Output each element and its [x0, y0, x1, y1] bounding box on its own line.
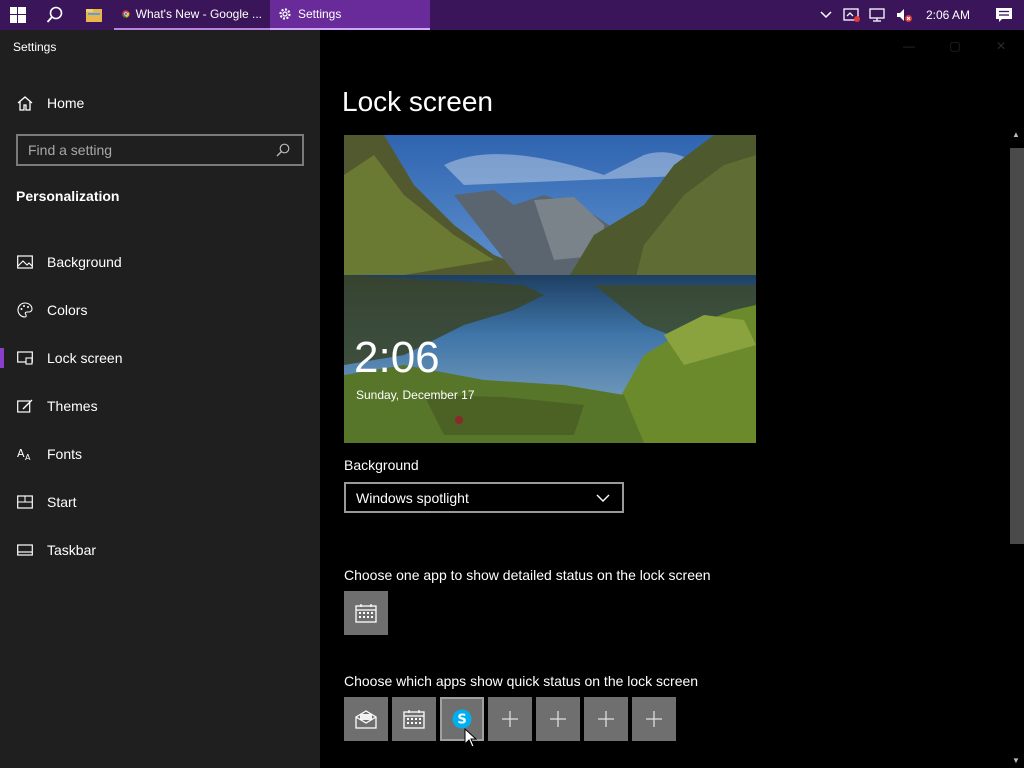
svg-text:S: S: [457, 713, 466, 728]
lock-screen-preview: 2:06 Sunday, December 17: [344, 135, 756, 443]
quick-status-add-button-4[interactable]: [632, 697, 676, 741]
vertical-scrollbar[interactable]: ▲ ▼: [1008, 126, 1024, 768]
chrome-tab-label: What's New - Google ...: [135, 7, 262, 21]
quick-status-add-button-2[interactable]: [536, 697, 580, 741]
home-icon: [16, 95, 36, 111]
app-title: Settings: [13, 40, 57, 54]
show-hidden-icons-button[interactable]: [816, 5, 836, 25]
maximize-button[interactable]: ▢: [932, 30, 978, 62]
volume-button[interactable]: [894, 5, 914, 25]
find-setting-input[interactable]: Find a setting: [16, 134, 304, 166]
tray-app-icon[interactable]: [842, 5, 862, 25]
action-center-button[interactable]: [990, 7, 1018, 23]
network-button[interactable]: [868, 5, 888, 25]
taskbar-icon: [16, 544, 34, 556]
fonts-icon: AA: [16, 447, 34, 461]
sidebar-item-label: Background: [47, 254, 122, 270]
quick-status-label: Choose which apps show quick status on t…: [344, 673, 699, 689]
taskbar-search-button[interactable]: [36, 0, 74, 30]
window-controls: — ▢ ✕: [886, 30, 1024, 62]
sidebar-item-label: Taskbar: [47, 542, 97, 558]
security-alert-icon: [843, 8, 860, 22]
quick-status-mail-button[interactable]: [344, 697, 388, 741]
chevron-down-icon: [596, 494, 616, 502]
start-button[interactable]: [0, 0, 36, 30]
folder-icon: [86, 9, 102, 22]
preview-date: Sunday, December 17: [356, 388, 475, 402]
svg-text:A: A: [25, 453, 31, 461]
search-icon: [276, 143, 296, 157]
volume-muted-icon: [896, 9, 912, 22]
notification-icon: [996, 8, 1012, 22]
sidebar-item-lock-screen[interactable]: Lock screen: [0, 334, 320, 382]
taskbar: What's New - Google ... Settings 2:06 AM: [0, 0, 1024, 30]
search-icon: [46, 6, 63, 23]
picture-icon: [16, 255, 34, 269]
preview-time: 2:06: [354, 333, 440, 382]
home-nav-item[interactable]: Home: [0, 88, 320, 118]
sidebar-item-taskbar[interactable]: Taskbar: [0, 526, 320, 574]
lock-screen-page: — ▢ ✕ Lock screen 2:06 Sunday, December …: [320, 30, 1024, 768]
plus-icon: [502, 711, 518, 727]
mouse-cursor-icon: [464, 728, 478, 748]
network-icon: [869, 8, 885, 22]
search-placeholder: Find a setting: [28, 142, 113, 158]
plus-icon: [598, 711, 614, 727]
sidebar-item-label: Themes: [47, 398, 98, 414]
chrome-icon: [122, 10, 130, 18]
taskbar-chrome-button[interactable]: What's New - Google ...: [114, 0, 270, 30]
start-icon: [16, 495, 34, 509]
personalization-nav: Background Colors Lock screen Themes AA …: [0, 238, 320, 574]
svg-text:A: A: [17, 447, 25, 460]
mail-icon: [355, 710, 377, 729]
plus-icon: [646, 711, 662, 727]
home-label: Home: [47, 95, 85, 111]
quick-status-add-button-3[interactable]: [584, 697, 628, 741]
sidebar-item-label: Lock screen: [47, 350, 123, 366]
clock[interactable]: 2:06 AM: [920, 8, 984, 22]
calendar-icon: [355, 604, 377, 623]
sidebar-item-label: Start: [47, 494, 77, 510]
sidebar-item-label: Fonts: [47, 446, 83, 462]
settings-sidebar: Settings Home Find a setting Personaliza…: [0, 30, 320, 768]
windows-logo-icon: [10, 7, 26, 23]
quick-status-calendar-button[interactable]: [392, 697, 436, 741]
quick-status-apps: S: [344, 697, 676, 741]
background-dropdown[interactable]: Windows spotlight: [344, 482, 624, 513]
detailed-status-label: Choose one app to show detailed status o…: [344, 567, 711, 583]
sidebar-item-colors[interactable]: Colors: [0, 286, 320, 334]
sidebar-item-start[interactable]: Start: [0, 478, 320, 526]
palette-icon: [16, 302, 34, 318]
sidebar-item-themes[interactable]: Themes: [0, 382, 320, 430]
page-title: Lock screen: [342, 86, 493, 117]
detailed-status-app-button[interactable]: [344, 591, 388, 635]
scroll-thumb[interactable]: [1010, 148, 1024, 544]
chevron-up-icon: [820, 11, 832, 19]
minimize-button[interactable]: —: [886, 30, 932, 62]
gear-icon: [279, 8, 291, 20]
plus-icon: [550, 711, 566, 727]
close-button[interactable]: ✕: [978, 30, 1024, 62]
file-explorer-button[interactable]: [74, 0, 114, 30]
background-dropdown-value: Windows spotlight: [356, 489, 469, 506]
sidebar-item-label: Colors: [47, 302, 88, 318]
taskbar-settings-button[interactable]: Settings: [270, 0, 430, 30]
scroll-up-arrow[interactable]: ▲: [1008, 126, 1024, 142]
sidebar-item-background[interactable]: Background: [0, 238, 320, 286]
settings-tab-label: Settings: [298, 7, 342, 21]
background-label: Background: [344, 457, 419, 473]
quick-status-add-button-1[interactable]: [488, 697, 532, 741]
skype-icon: S: [452, 709, 472, 729]
calendar-icon: [403, 710, 425, 729]
sidebar-item-fonts[interactable]: AA Fonts: [0, 430, 320, 478]
system-tray: 2:06 AM: [816, 5, 1024, 25]
section-title: Personalization: [16, 188, 120, 204]
lock-screen-icon: [16, 351, 34, 365]
brush-icon: [16, 399, 34, 413]
scroll-down-arrow[interactable]: ▼: [1008, 752, 1024, 768]
